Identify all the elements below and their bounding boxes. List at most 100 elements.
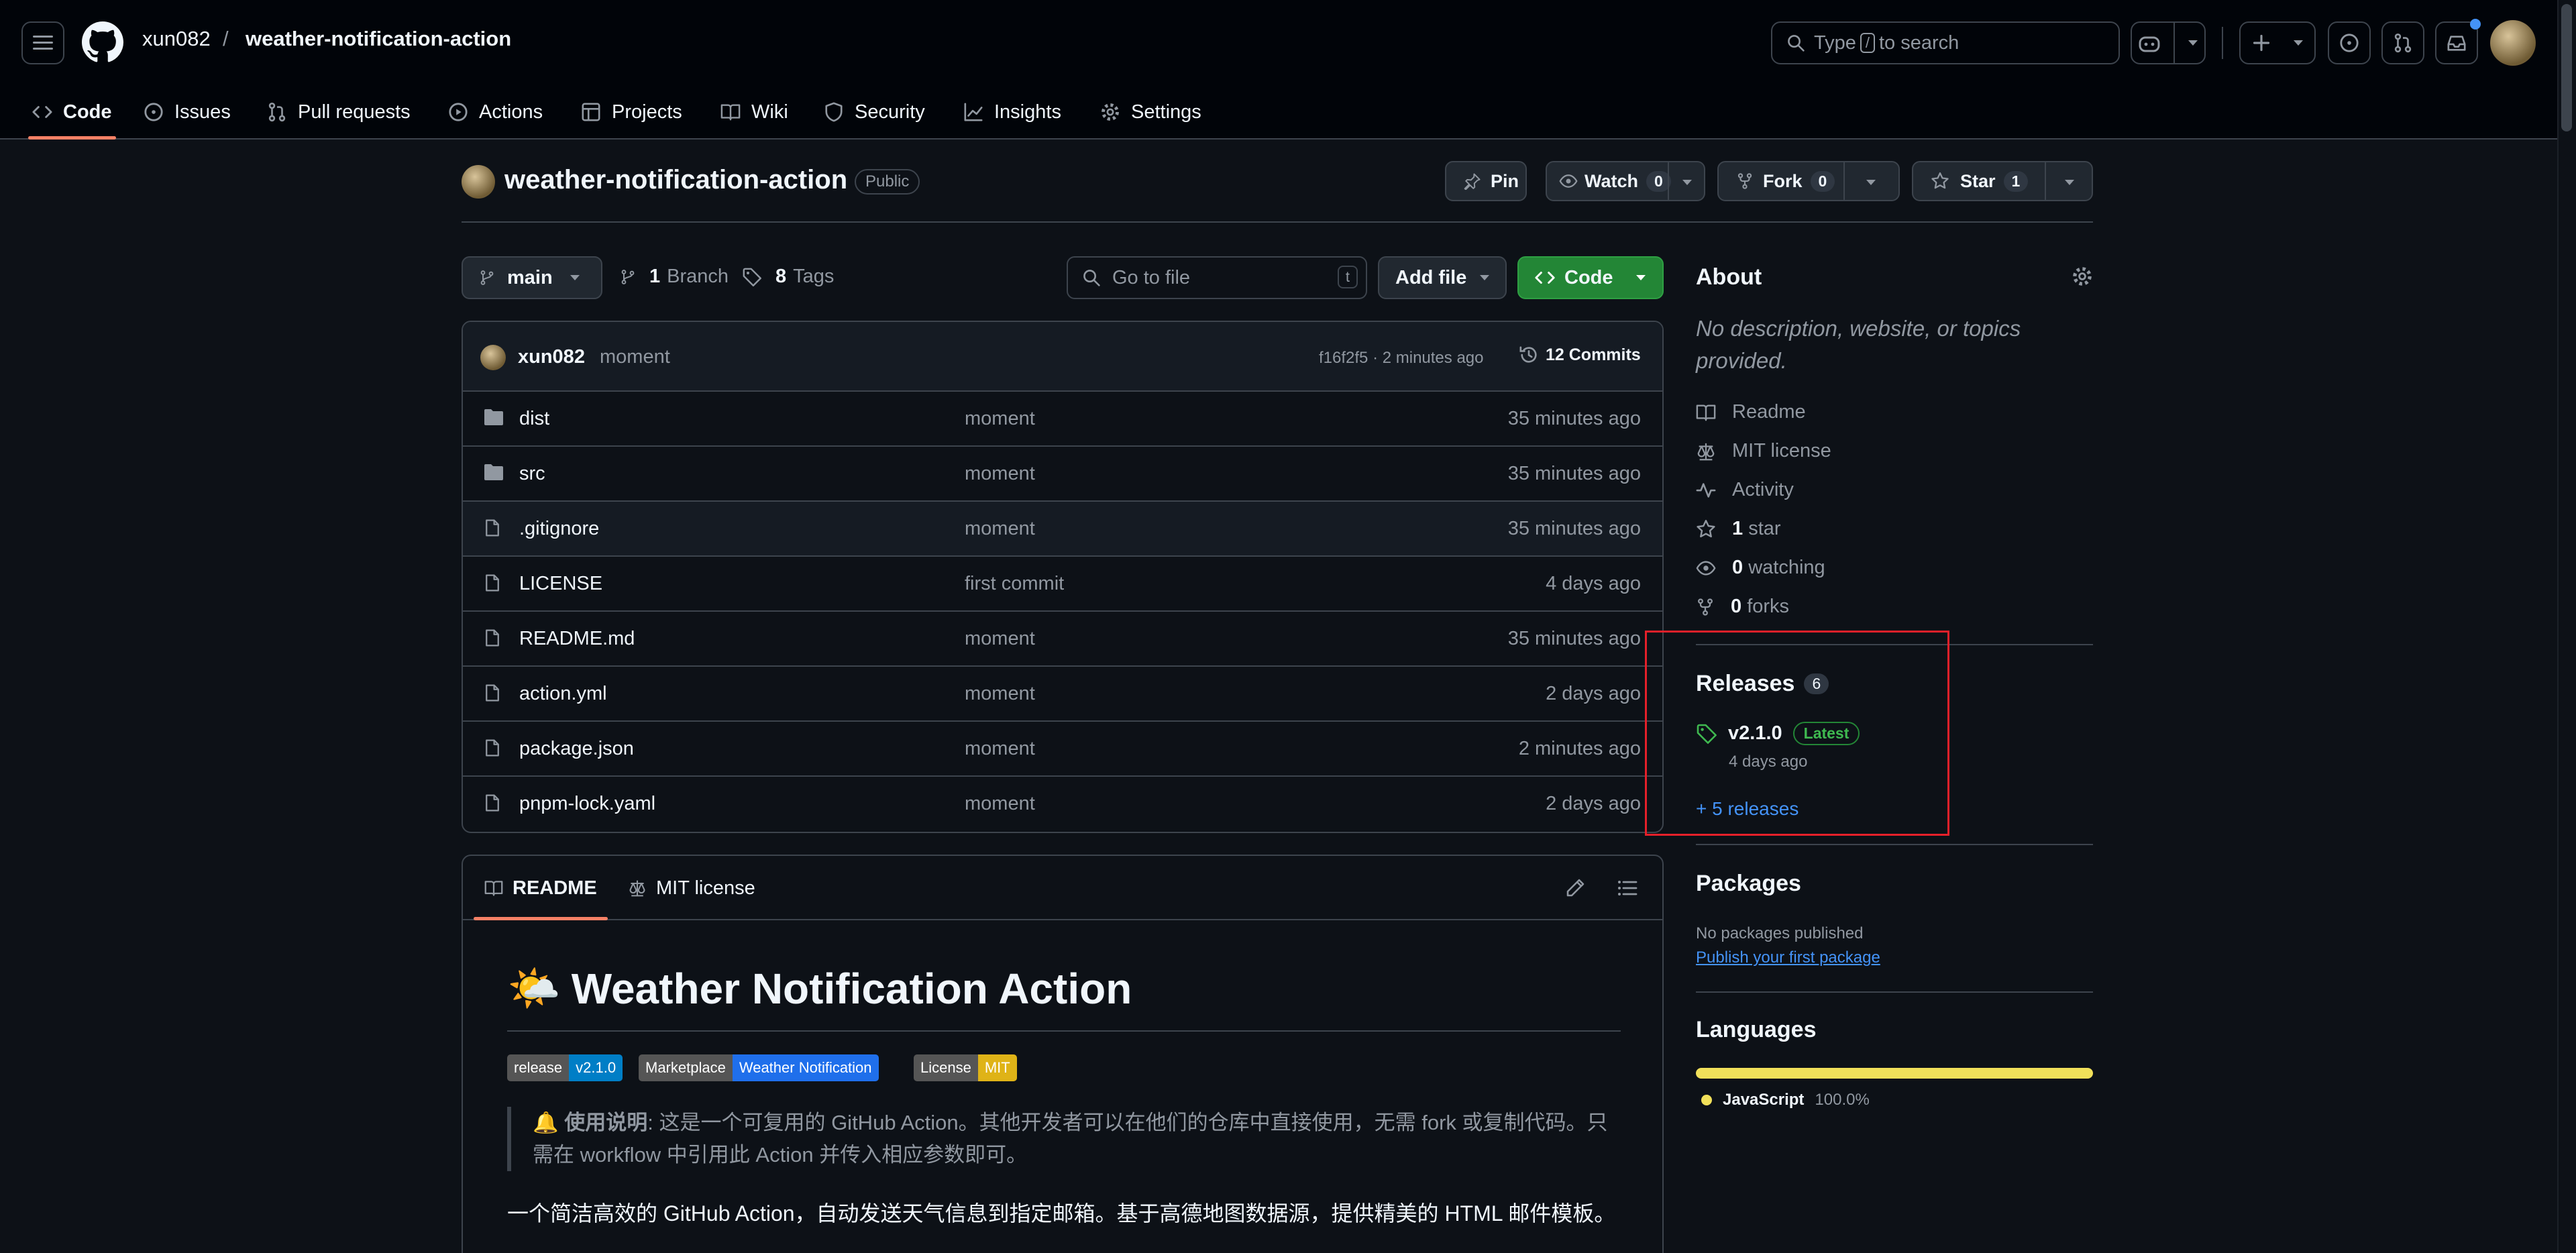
- edit-readme-button[interactable]: [1564, 877, 1586, 899]
- license-badge[interactable]: License MIT: [914, 1054, 1017, 1081]
- page-scrollbar[interactable]: [2557, 0, 2576, 1253]
- file-commit-message[interactable]: moment: [965, 738, 1035, 760]
- chevron-down-icon[interactable]: [1682, 180, 1692, 185]
- file-row[interactable]: src moment 35 minutes ago: [463, 447, 1662, 502]
- file-commit-message[interactable]: moment: [965, 518, 1035, 540]
- tab-readme[interactable]: README: [474, 856, 608, 920]
- readme-intro: 一个简洁高效的 GitHub Action，自动发送天气信息到指定邮箱。基于高德…: [507, 1201, 1616, 1225]
- search-prefix: Type: [1814, 32, 1856, 54]
- repo-owner-avatar[interactable]: [462, 165, 495, 199]
- pin-icon: [1464, 173, 1481, 190]
- file-name[interactable]: action.yml: [519, 683, 607, 705]
- tab-pull-requests-label: Pull requests: [298, 101, 411, 123]
- add-file-button[interactable]: Add file: [1378, 256, 1507, 299]
- global-search-input[interactable]: Type / to search: [1771, 21, 2120, 64]
- tab-issues[interactable]: Issues: [144, 85, 231, 140]
- hamburger-menu-button[interactable]: [21, 21, 64, 64]
- language-percent: 100.0%: [1815, 1091, 1870, 1109]
- pull-requests-shortcut-button[interactable]: [2381, 21, 2424, 64]
- commit-hash-time[interactable]: f16f2f5 · 2 minutes ago: [1319, 349, 1483, 368]
- tab-pull-requests[interactable]: Pull requests: [267, 85, 411, 140]
- search-icon: [1788, 35, 1805, 52]
- file-browser: xun082 moment f16f2f5 · 2 minutes ago 12…: [462, 321, 1664, 833]
- about-forks-link[interactable]: 0 forks: [1696, 596, 1789, 618]
- copilot-button[interactable]: [2131, 21, 2206, 64]
- file-commit-date: 35 minutes ago: [1507, 408, 1641, 429]
- tab-settings[interactable]: Settings: [1100, 85, 1201, 140]
- file-commit-message[interactable]: first commit: [965, 573, 1064, 595]
- notifications-button[interactable]: [2435, 19, 2481, 64]
- breadcrumb-owner[interactable]: xun082: [142, 27, 211, 51]
- branch-selector[interactable]: main: [462, 256, 602, 299]
- watch-button[interactable]: Watch 0: [1546, 161, 1705, 201]
- code-download-button[interactable]: Code: [1517, 256, 1664, 299]
- fork-button[interactable]: Fork 0: [1717, 161, 1900, 201]
- code-button-label: Code: [1564, 266, 1613, 288]
- tab-projects[interactable]: Projects: [581, 85, 682, 140]
- pin-button[interactable]: Pin: [1445, 161, 1527, 201]
- create-new-button[interactable]: [2239, 21, 2316, 64]
- file-name[interactable]: pnpm-lock.yaml: [519, 793, 655, 815]
- tab-mit-license[interactable]: MIT license: [628, 856, 755, 920]
- file-name[interactable]: src: [519, 463, 545, 485]
- star-icon: [1697, 519, 1715, 537]
- file-commit-message[interactable]: moment: [965, 408, 1035, 430]
- avatar[interactable]: [2490, 20, 2536, 66]
- tab-insights[interactable]: Insights: [963, 85, 1061, 140]
- tab-wiki[interactable]: Wiki: [720, 85, 788, 140]
- notification-dot: [2470, 19, 2481, 30]
- commit-message[interactable]: moment: [600, 346, 670, 368]
- commits-link[interactable]: 12 Commits: [1519, 345, 1641, 365]
- file-commit-message[interactable]: moment: [965, 683, 1035, 705]
- tab-security[interactable]: Security: [824, 85, 925, 140]
- go-to-file-input[interactable]: Go to file t: [1067, 256, 1367, 299]
- book-icon: [484, 881, 503, 896]
- chevron-down-icon: [1635, 275, 1646, 280]
- repo-title[interactable]: weather-notification-action: [504, 165, 847, 195]
- file-row[interactable]: package.json moment 2 minutes ago: [463, 722, 1662, 777]
- github-logo-icon[interactable]: [82, 21, 123, 63]
- file-name[interactable]: LICENSE: [519, 573, 602, 595]
- commit-author[interactable]: xun082: [518, 346, 585, 368]
- outline-button[interactable]: [1617, 877, 1638, 899]
- about-stars-link[interactable]: 1 star: [1696, 518, 1781, 540]
- language-item-javascript[interactable]: JavaScript 100.0%: [1701, 1091, 1870, 1109]
- file-row[interactable]: dist moment 35 minutes ago: [463, 392, 1662, 447]
- about-readme-link[interactable]: Readme: [1696, 401, 1806, 423]
- about-watching-link[interactable]: 0 watching: [1696, 557, 1825, 579]
- marketplace-badge[interactable]: Marketplace Weather Notification: [639, 1054, 879, 1081]
- tab-actions[interactable]: Actions: [448, 85, 543, 140]
- file-row[interactable]: .gitignore moment 35 minutes ago: [463, 502, 1662, 557]
- branch-label: Branch: [667, 266, 729, 287]
- file-name[interactable]: README.md: [519, 628, 635, 650]
- tags-link[interactable]: 8 Tags: [742, 266, 834, 288]
- branches-link[interactable]: 1 Branch: [620, 266, 729, 288]
- issues-shortcut-button[interactable]: [2328, 21, 2371, 64]
- file-name[interactable]: dist: [519, 408, 549, 430]
- breadcrumb-repo[interactable]: weather-notification-action: [246, 27, 511, 51]
- tab-code[interactable]: Code: [28, 85, 116, 140]
- file-row[interactable]: README.md moment 35 minutes ago: [463, 612, 1662, 667]
- file-row[interactable]: LICENSE first commit 4 days ago: [463, 557, 1662, 612]
- star-button[interactable]: Star 1: [1912, 161, 2093, 201]
- release-badge[interactable]: release v2.1.0: [507, 1054, 623, 1081]
- sun-cloud-emoji: 🌤️: [507, 964, 561, 1012]
- file-commit-message[interactable]: moment: [965, 463, 1035, 485]
- file-row[interactable]: action.yml moment 2 days ago: [463, 667, 1662, 722]
- file-row[interactable]: pnpm-lock.yaml moment 2 days ago: [463, 777, 1662, 832]
- visibility-badge: Public: [855, 169, 920, 195]
- about-activity-link[interactable]: Activity: [1696, 479, 1794, 501]
- packages-heading[interactable]: Packages: [1696, 871, 1801, 897]
- scrollbar-thumb[interactable]: [2561, 4, 2572, 131]
- edit-about-button[interactable]: [2072, 266, 2093, 287]
- publish-package-link[interactable]: Publish your first package: [1696, 948, 1880, 967]
- about-license-link[interactable]: MIT license: [1696, 440, 1831, 462]
- chevron-down-icon[interactable]: [1866, 180, 1876, 185]
- file-commit-message[interactable]: moment: [965, 793, 1035, 815]
- languages-title: Languages: [1696, 1017, 1817, 1042]
- commit-author-avatar[interactable]: [480, 345, 506, 370]
- file-commit-message[interactable]: moment: [965, 628, 1035, 650]
- chevron-down-icon[interactable]: [2065, 180, 2074, 185]
- file-name[interactable]: .gitignore: [519, 518, 599, 540]
- file-name[interactable]: package.json: [519, 738, 634, 760]
